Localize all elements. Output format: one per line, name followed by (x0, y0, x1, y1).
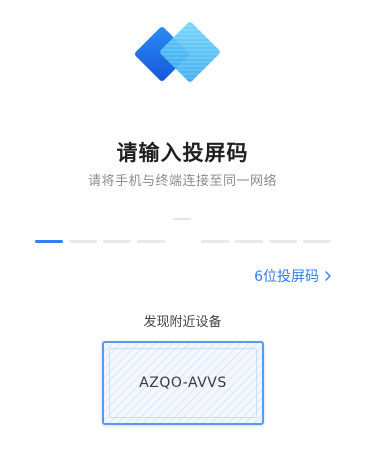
code-slot-3[interactable] (103, 240, 131, 243)
code-slot-7[interactable] (269, 240, 297, 243)
code-slot-6[interactable] (235, 240, 263, 243)
device-name: AZQO-AVVS (139, 375, 227, 391)
code-slot-5[interactable] (201, 240, 229, 243)
chevron-right-icon (325, 271, 331, 281)
page-title: 请输入投屏码 (116, 141, 249, 165)
code-slot-1[interactable] (35, 240, 63, 243)
screen-cast-logo-icon (134, 22, 220, 82)
code-slot-2[interactable] (69, 240, 97, 243)
code-type-label: 6位投屏码 (254, 269, 319, 285)
nearby-devices-label: 发现附近设备 (143, 315, 222, 330)
code-separator (173, 218, 191, 220)
device-card[interactable]: AZQO-AVVS (102, 341, 264, 425)
code-input-row[interactable] (35, 240, 331, 244)
code-type-switch-link[interactable]: 6位投屏码 (254, 266, 332, 286)
code-slot-4[interactable] (137, 240, 165, 243)
page-subtitle: 请将手机与终端连接至同一网络 (87, 174, 277, 189)
code-slot-8[interactable] (303, 240, 331, 243)
